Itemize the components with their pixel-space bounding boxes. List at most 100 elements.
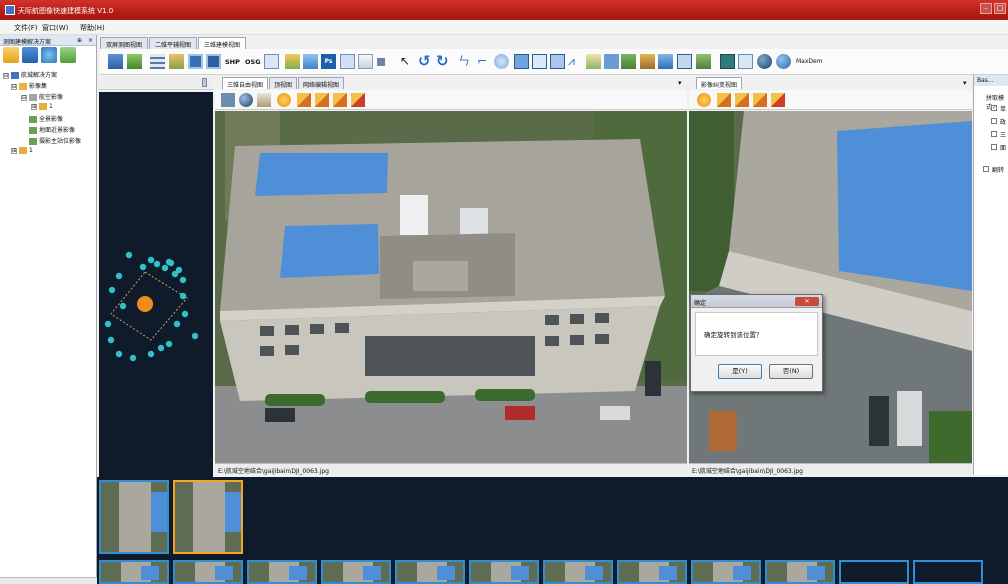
box-icon[interactable] [550, 54, 565, 69]
layer-stack-icon[interactable] [753, 93, 767, 107]
horizontal-scrollbar[interactable] [0, 577, 97, 584]
layer-stack-icon[interactable] [735, 93, 749, 107]
angle-icon[interactable]: ⌐ [477, 54, 492, 69]
image-thumbnail[interactable] [173, 560, 243, 584]
tab-top-view[interactable]: 顶视图 [269, 77, 298, 89]
texture-icon[interactable] [658, 54, 673, 69]
slider-thumb[interactable] [202, 78, 207, 87]
terrain-icon[interactable] [285, 54, 300, 69]
rectangle-icon[interactable] [514, 54, 529, 69]
image-thumbnail[interactable] [543, 560, 613, 584]
tree-node-panorama[interactable]: 全景影像 [3, 114, 96, 125]
layer-stack-icon[interactable] [315, 93, 329, 107]
camera-point[interactable] [107, 336, 115, 344]
sphere-icon[interactable] [239, 93, 253, 107]
document-icon[interactable] [358, 54, 373, 69]
open-folder-icon[interactable] [3, 47, 19, 63]
building-icon[interactable] [586, 54, 601, 69]
tree-node-station[interactable]: 摄影主站位影像 [3, 136, 96, 147]
plane-icon[interactable] [532, 54, 547, 69]
option-checkbox[interactable] [991, 118, 997, 124]
table-view-icon[interactable] [206, 54, 221, 69]
sun-icon[interactable] [697, 93, 711, 107]
image-thumbnail[interactable] [247, 560, 317, 584]
split-view-icon[interactable] [188, 54, 203, 69]
option-checkbox[interactable]: ✓ [991, 105, 997, 111]
collapse-icon[interactable]: ⊟ [3, 72, 9, 79]
shp-button[interactable]: SHP [225, 58, 240, 66]
tab-dual-screen[interactable]: 双屏测图视图 [100, 37, 149, 49]
undo-icon[interactable]: ↺ [418, 54, 433, 69]
layer-stack-icon[interactable] [717, 93, 731, 107]
left-view-dropdown-icon[interactable]: ▾ [678, 79, 682, 87]
camera-point[interactable] [161, 264, 169, 272]
right-view-dropdown-icon[interactable]: ▾ [963, 79, 967, 87]
collapse-icon[interactable]: ⊟ [21, 94, 27, 101]
edit-model-icon[interactable] [303, 54, 318, 69]
camera-point[interactable] [139, 263, 147, 271]
minimize-button[interactable]: – [980, 3, 992, 14]
image-thumbnail[interactable] [839, 560, 909, 584]
camera-point[interactable] [179, 276, 187, 284]
tab-3d-modeling[interactable]: 三维建模视图 [198, 37, 247, 49]
image-thumbnail[interactable] [321, 560, 391, 584]
tree-node-image-set[interactable]: ⊟ 影像集 [3, 81, 96, 92]
expand-icon[interactable]: ⊞ [31, 103, 37, 110]
grid-icon[interactable] [150, 54, 165, 69]
image-thumbnail[interactable] [913, 560, 983, 584]
flip-checkbox[interactable] [983, 166, 989, 172]
image-thumbnail[interactable] [617, 560, 687, 584]
current-camera-point[interactable] [137, 296, 153, 312]
window-icon[interactable] [340, 54, 355, 69]
tree-node-aerial[interactable]: ⊟ 航空影像 [3, 92, 96, 103]
polyline-icon[interactable]: ㄣ [458, 54, 473, 69]
camera-point[interactable] [129, 354, 137, 362]
tab-mesh-edit-view[interactable]: 网络编辑视图 [298, 77, 345, 89]
camera-point[interactable] [165, 340, 173, 348]
tab-image-rectify-view[interactable]: 影像纠变视图 [696, 77, 743, 89]
camera-point[interactable] [147, 256, 155, 264]
circle-icon[interactable] [494, 54, 509, 69]
layers-icon[interactable] [221, 93, 235, 107]
expand-icon[interactable]: ⊞ [11, 147, 17, 154]
layer-stack-icon[interactable] [333, 93, 347, 107]
camera-point[interactable] [153, 260, 161, 268]
add-layer-icon[interactable] [127, 54, 142, 69]
maxdem-button[interactable]: MaxDem [796, 58, 823, 65]
photo-icon[interactable] [604, 54, 619, 69]
image-rectify-viewport[interactable] [689, 111, 972, 463]
camera-point[interactable] [115, 350, 123, 358]
export-icon[interactable] [738, 54, 753, 69]
tree-node-item-1[interactable]: ⊞ 1 [3, 147, 96, 158]
tree-model-icon[interactable] [621, 54, 636, 69]
layer-stack-icon[interactable] [297, 93, 311, 107]
camera-point[interactable] [108, 286, 116, 294]
menu-window[interactable]: 窗口(W) [42, 23, 68, 33]
camera-point[interactable] [119, 302, 127, 310]
save-icon[interactable] [22, 47, 38, 63]
tree-node-solution[interactable]: ⊟ 航城解决方案 [3, 70, 96, 81]
dialog-close-button[interactable]: ✕ [795, 297, 819, 306]
frame-icon[interactable] [677, 54, 692, 69]
house-icon[interactable] [640, 54, 655, 69]
image-thumbnail[interactable] [691, 560, 761, 584]
map-icon[interactable] [696, 54, 711, 69]
redo-icon[interactable]: ↻ [436, 54, 451, 69]
import-icon[interactable] [60, 47, 76, 63]
small-window-icon[interactable] [377, 58, 385, 66]
camera-point[interactable] [191, 332, 199, 340]
pin-icon[interactable]: ⊕ [77, 37, 82, 44]
image-thumbnail[interactable] [395, 560, 465, 584]
tree-node-ground[interactable]: 地面近景影像 [3, 125, 96, 136]
globe-icon[interactable] [776, 54, 791, 69]
option-checkbox[interactable] [991, 131, 997, 137]
sun-icon[interactable] [277, 93, 291, 107]
camera-position-view[interactable] [99, 92, 213, 477]
camera-point[interactable] [173, 320, 181, 328]
cursor-icon[interactable]: ↖ [400, 54, 415, 69]
photoshop-icon[interactable]: Ps [321, 54, 336, 69]
image-thumbnail[interactable] [765, 560, 835, 584]
image-thumbnail[interactable] [469, 560, 539, 584]
osg-button[interactable]: OSG [245, 58, 261, 66]
layer-stack-icon[interactable] [771, 93, 785, 107]
